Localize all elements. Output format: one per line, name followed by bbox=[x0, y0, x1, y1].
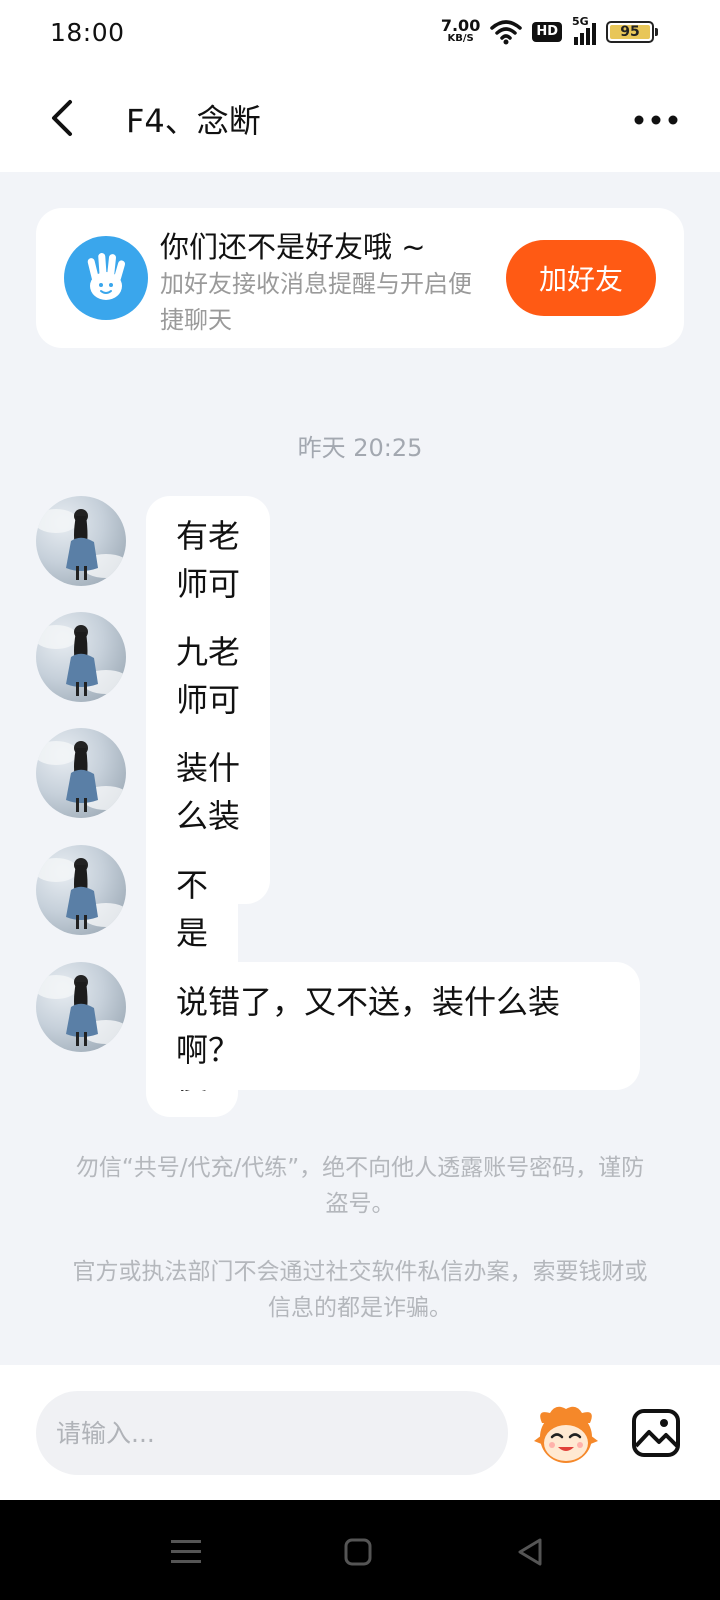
more-icon bbox=[634, 115, 678, 125]
network-speed-value: 7.00 bbox=[440, 16, 481, 35]
hand-logo-icon bbox=[64, 236, 148, 320]
message-bubble[interactable]: 说错了，又不送，装什么装啊？ bbox=[146, 962, 640, 1090]
input-bar bbox=[0, 1365, 720, 1500]
chat-title: F4、念断 bbox=[126, 102, 261, 140]
hd-badge: HD bbox=[532, 22, 562, 42]
battery-level: 95 bbox=[620, 24, 640, 40]
add-friend-button[interactable]: 加好友 bbox=[506, 240, 656, 316]
wifi-icon bbox=[490, 20, 523, 45]
avatar[interactable] bbox=[36, 496, 126, 586]
home-square-icon bbox=[344, 1538, 372, 1566]
status-icons: 7.00 KB/S HD 5G 95 bbox=[440, 15, 658, 45]
chevron-left-icon bbox=[52, 100, 72, 136]
image-icon bbox=[632, 1409, 680, 1457]
message-input[interactable] bbox=[36, 1391, 508, 1475]
status-bar: 18:00 7.00 KB/S HD 5G 95 bbox=[0, 0, 720, 64]
more-options-button[interactable] bbox=[628, 100, 684, 140]
avatar[interactable] bbox=[36, 962, 126, 1052]
network-speed: 7.00 KB/S bbox=[440, 16, 481, 45]
sticker-button[interactable] bbox=[532, 1401, 600, 1467]
fraud-warning: 官方或执法部门不会通过社交软件私信办案，索要钱财或信息的都是诈骗。 bbox=[72, 1259, 648, 1321]
back-button[interactable] bbox=[36, 92, 88, 144]
menu-icon bbox=[171, 1540, 201, 1563]
menu-nav-button[interactable] bbox=[162, 1528, 210, 1576]
security-warning: 勿信“共号/代充/代练”，绝不向他人透露账号密码，谨防盗号。 bbox=[75, 1155, 645, 1217]
network-speed-unit: KB/S bbox=[447, 33, 474, 44]
message-timestamp: 昨天 20:25 bbox=[297, 434, 423, 462]
avatar[interactable] bbox=[36, 728, 126, 818]
cellular-signal-icon: 5G bbox=[572, 15, 596, 45]
system-nav-bar bbox=[0, 1500, 720, 1600]
back-nav-button[interactable] bbox=[506, 1528, 554, 1576]
status-time: 18:00 bbox=[50, 17, 125, 47]
friend-request-card: 你们还不是好友哦 ~ 加好友接收消息提醒与开启便捷聊天 加好友 bbox=[36, 208, 684, 348]
friend-card-title: 你们还不是好友哦 ~ bbox=[160, 230, 426, 264]
friend-card-subtitle: 加好友接收消息提醒与开启便捷聊天 bbox=[160, 270, 472, 334]
home-nav-button[interactable] bbox=[334, 1528, 382, 1576]
chat-header: F4、念断 bbox=[0, 64, 720, 172]
mascot-emoji-icon bbox=[534, 1406, 598, 1463]
avatar[interactable] bbox=[36, 612, 126, 702]
battery-icon: 95 bbox=[606, 21, 658, 43]
signal-label: 5G bbox=[572, 15, 589, 28]
avatar[interactable] bbox=[36, 845, 126, 935]
back-triangle-icon bbox=[518, 1538, 542, 1566]
image-button[interactable] bbox=[626, 1403, 686, 1463]
